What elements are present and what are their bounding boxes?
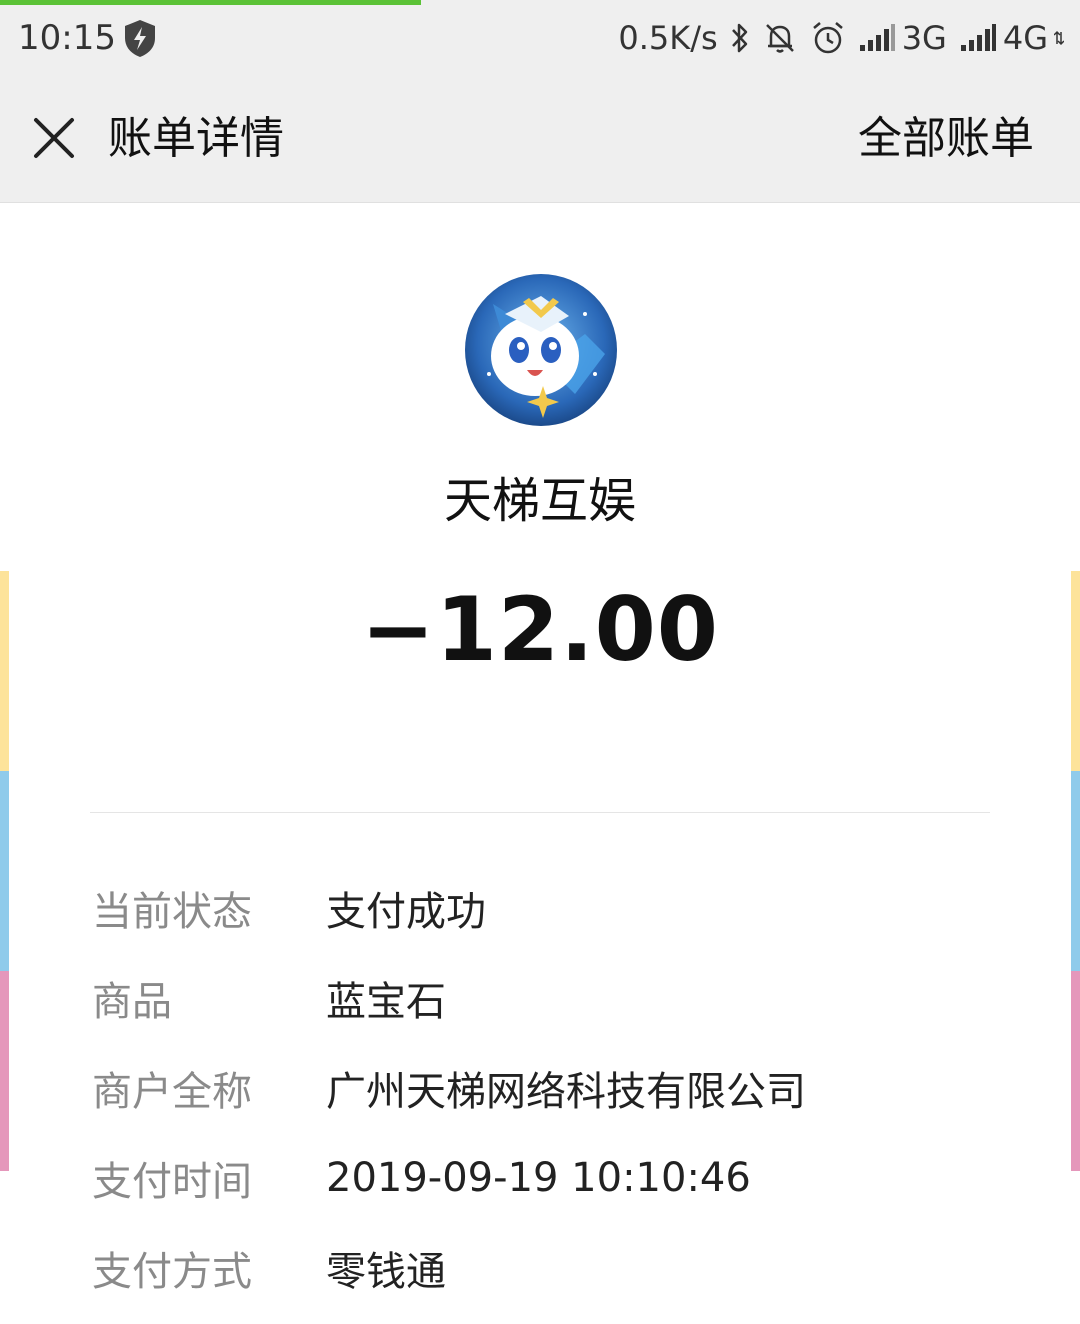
alarm-icon [812, 22, 843, 54]
close-button[interactable] [26, 110, 82, 166]
left-accent-blue [0, 771, 9, 971]
network-4g-label: 4G [1002, 19, 1048, 57]
detail-label: 商品 [92, 979, 172, 1025]
bill-detail-content: 天梯互娱 −12.00 当前状态 支付成功 商品 蓝宝石 商户全称 广州天梯网络… [0, 203, 1080, 1324]
detail-label: 商户全称 [92, 1069, 252, 1115]
detail-row-payment-time: 支付时间 2019-09-19 10:10:46 [92, 1133, 992, 1223]
network-4g: 4G [959, 19, 1064, 57]
bluetooth-icon [731, 23, 747, 53]
detail-label: 支付方式 [92, 1249, 252, 1295]
network-3g: 3G [858, 19, 947, 57]
close-icon [34, 118, 74, 158]
right-accent-pink [1071, 971, 1080, 1171]
shield-bolt-icon [125, 20, 155, 57]
merchant-avatar[interactable] [465, 274, 617, 426]
merchant-name: 天梯互娱 [443, 473, 636, 529]
signal-icon [960, 24, 996, 51]
all-bills-link[interactable]: 全部账单 [858, 112, 1034, 166]
page-load-progress [0, 0, 422, 5]
status-time: 10:15 [18, 18, 116, 58]
detail-value: 蓝宝石 [326, 979, 446, 1025]
merchant-avatar-image [465, 274, 617, 426]
title-bar: 账单详情 全部账单 [0, 76, 1080, 203]
detail-row-merchant-full-name: 商户全称 广州天梯网络科技有限公司 [92, 1043, 992, 1133]
bill-amount: −12.00 [360, 578, 720, 681]
signal-icon [859, 24, 895, 51]
data-activity-icon [1054, 30, 1064, 46]
page-title: 账单详情 [108, 113, 284, 164]
detail-row-product: 商品 蓝宝石 [92, 953, 992, 1043]
detail-row-status: 当前状态 支付成功 [92, 863, 992, 953]
detail-value: 广州天梯网络科技有限公司 [326, 1069, 806, 1115]
detail-value: 2019-09-19 10:10:46 [326, 1155, 751, 1201]
net-speed: 0.5K/s [618, 19, 718, 57]
bell-off-icon [765, 24, 794, 53]
divider [90, 812, 990, 813]
detail-label: 当前状态 [92, 889, 252, 935]
detail-label: 支付时间 [92, 1159, 252, 1205]
network-3g-label: 3G [901, 19, 947, 57]
right-accent-blue [1071, 771, 1080, 971]
status-indicators: 0.5K/s 3G 4G [618, 16, 1064, 60]
detail-row-payment-method: 支付方式 零钱通 [92, 1223, 992, 1313]
status-bar: 10:15 0.5K/s 3G 4G [0, 0, 1080, 76]
detail-list: 当前状态 支付成功 商品 蓝宝石 商户全称 广州天梯网络科技有限公司 支付时间 … [92, 863, 992, 1313]
detail-value: 零钱通 [326, 1249, 446, 1295]
detail-value: 支付成功 [326, 889, 486, 935]
left-accent-pink [0, 971, 9, 1171]
